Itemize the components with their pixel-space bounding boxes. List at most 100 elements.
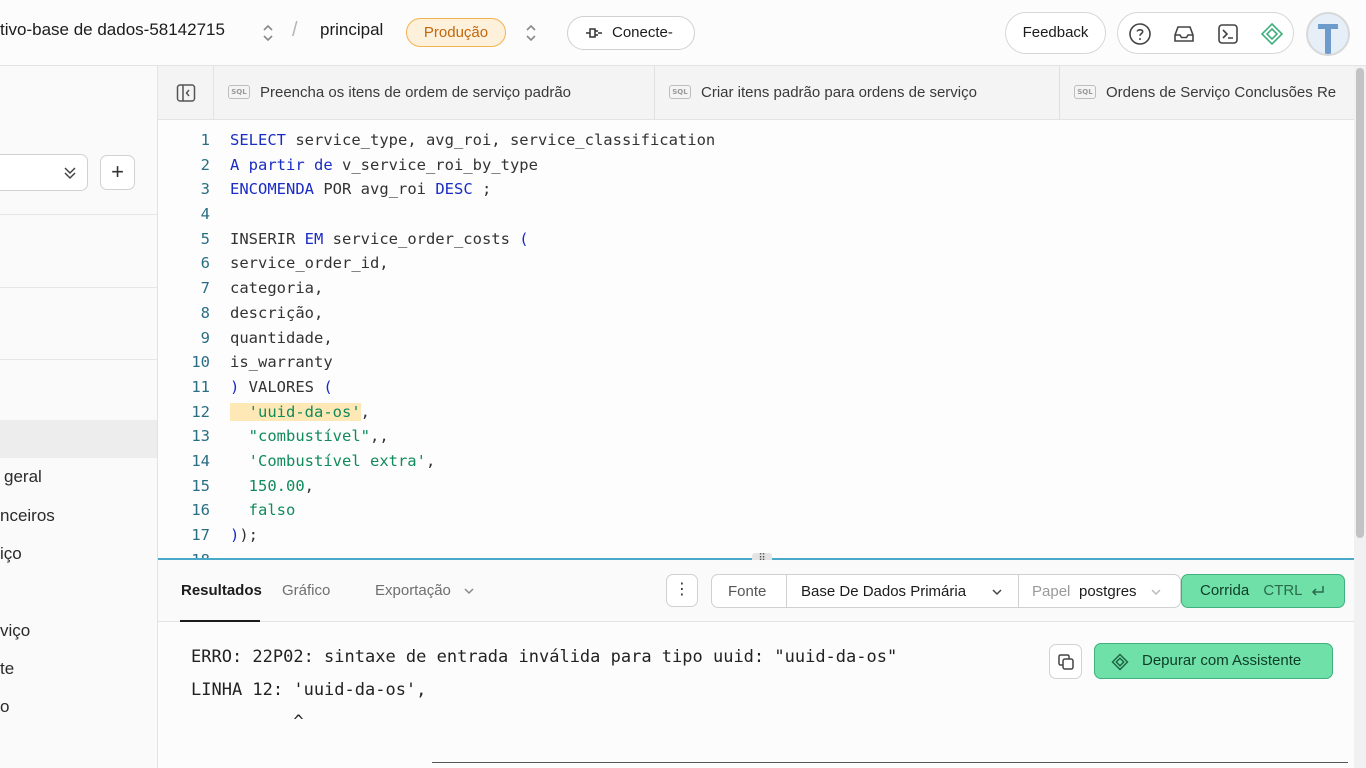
terminal-icon[interactable] (1216, 22, 1240, 46)
code-line: categoria, (230, 276, 715, 301)
code-token: VALORES (239, 377, 324, 396)
sidebar-item[interactable]: viço (0, 621, 30, 641)
inbox-icon[interactable] (1172, 22, 1196, 46)
chevron-down-icon[interactable] (991, 586, 1003, 598)
code-token: , (425, 451, 436, 470)
code-token: ) (230, 377, 240, 396)
assistant-icon (1111, 653, 1129, 671)
copy-button[interactable] (1049, 644, 1082, 679)
code-token: service_type, avg_roi, service_classific… (286, 131, 716, 149)
code-line: falso (230, 498, 715, 523)
connect-button[interactable]: Conecte- (567, 16, 695, 50)
branch-switcher-icon[interactable] (524, 22, 538, 44)
environment-badge: Produção (406, 18, 506, 47)
code-line: "combustível",, (230, 424, 715, 449)
tab-export[interactable]: Exportação (375, 582, 475, 599)
double-chevron-down-icon (64, 167, 76, 180)
code-line: 'uuid-da-os', (230, 400, 715, 425)
breadcrumb-separator: / (292, 19, 298, 41)
code-token: SELECT (230, 131, 286, 149)
line-number: 13 (191, 427, 210, 446)
sidebar-item[interactable]: te (0, 659, 14, 679)
tab-results[interactable]: Resultados (181, 582, 262, 599)
code-line: SELECT service_type, avg_roi, service_cl… (230, 128, 715, 153)
tab-query[interactable]: SQL Criar itens padrão para ordens de ser… (655, 66, 1060, 119)
code-token: ; (472, 180, 492, 199)
code-line: A partir de v_service_roi_by_type (230, 153, 715, 178)
sidebar-item[interactable]: iço (0, 544, 22, 564)
sidebar-item[interactable]: geral (4, 467, 42, 487)
code-line: ) VALORES ( (230, 375, 715, 400)
chevron-down-icon (464, 588, 474, 595)
tab-chart[interactable]: Gráfico (282, 582, 330, 599)
line-number: 11 (191, 377, 210, 396)
role-select[interactable]: postgres (1079, 583, 1137, 600)
line-number: 17 (191, 526, 210, 544)
line-number: 4 (200, 205, 210, 224)
code-token: quantidade, (230, 328, 333, 347)
code-line: 'Combustível extra', (230, 449, 715, 474)
line-number: 6 (200, 254, 210, 273)
tab-label: Criar itens padrão para ordens de serviç… (701, 84, 977, 101)
tab-query[interactable]: SQL Ordens de Serviço Conclusões Re (1060, 66, 1354, 119)
schema-select[interactable] (0, 154, 88, 191)
assistant-icon[interactable] (1260, 22, 1284, 46)
sql-editor[interactable]: 123456789101112131415161718 SELECT servi… (158, 120, 1354, 558)
code-line: 150.00, (230, 474, 715, 499)
code-token: ) (230, 526, 240, 544)
sidebar-divider (0, 359, 157, 360)
sql-icon: SQL (1074, 84, 1096, 99)
sidebar-active-item[interactable] (0, 420, 157, 458)
code-token: , (360, 402, 370, 421)
line-number: 2 (200, 155, 210, 174)
tab-query[interactable]: SQL Preencha os itens de ordem de serviço… (214, 66, 655, 119)
user-avatar[interactable] (1306, 12, 1350, 56)
query-tabs: SQL Preencha os itens de ordem de serviço… (158, 66, 1354, 120)
code-line: service_order_id, (230, 251, 715, 276)
error-message: ERRO: 22P02: sintaxe de entrada inválida… (191, 647, 898, 667)
role-label: Papel (1032, 583, 1071, 600)
code-line: )); (230, 523, 715, 548)
code-token: ( (519, 229, 529, 248)
code-token: v_service_roi_by_type (332, 155, 538, 174)
project-switcher-icon[interactable] (261, 22, 275, 44)
project-name[interactable]: tivo-base de dados-58142715 (0, 20, 225, 40)
copy-icon (1058, 654, 1074, 670)
chevron-down-icon[interactable] (1150, 586, 1162, 598)
scrollbar-thumb[interactable] (1356, 68, 1364, 538)
page-scrollbar[interactable] (1354, 66, 1366, 768)
code-token: ,, (370, 427, 389, 446)
database-select[interactable]: Base De Dados Primária (801, 583, 966, 600)
add-button[interactable]: + (100, 155, 135, 190)
line-number: 5 (200, 229, 210, 248)
line-number: 7 (200, 279, 210, 298)
sidebar-item[interactable]: o (0, 697, 9, 717)
toggle-sidebar-button[interactable] (158, 66, 214, 119)
connection-settings-group: Fonte Base De Dados Primária Papel postg… (711, 574, 1181, 608)
more-options-button[interactable]: ⋮ (666, 574, 698, 607)
line-number: 8 (200, 303, 210, 322)
code-token: service_order_id, (230, 254, 389, 273)
feedback-button[interactable]: Feedback (1005, 12, 1106, 54)
code-area[interactable]: SELECT service_type, avg_roi, service_cl… (230, 128, 715, 558)
sql-icon: SQL (669, 84, 691, 99)
code-token (230, 402, 249, 421)
sidebar: + geral nceiros iço viço te o (0, 66, 158, 768)
plug-icon (586, 28, 602, 38)
header-icon-group (1117, 12, 1294, 54)
code-line: quantidade, (230, 326, 715, 351)
run-button[interactable]: Corrida CTRL (1181, 574, 1345, 608)
enter-key-icon (1312, 586, 1324, 596)
sidebar-item[interactable]: nceiros (0, 506, 55, 526)
code-token: ( (323, 377, 333, 396)
line-number-gutter: 123456789101112131415161718 (158, 128, 210, 558)
branch-name[interactable]: principal (320, 20, 383, 40)
help-icon[interactable] (1128, 22, 1152, 46)
code-token: descrição, (230, 303, 324, 322)
run-label: Corrida (1200, 582, 1250, 599)
code-token: 'Combustível extra' (248, 451, 426, 470)
debug-with-assistant-button[interactable]: Depurar com Assistente (1094, 643, 1333, 679)
code-token: categoria, (230, 279, 324, 298)
